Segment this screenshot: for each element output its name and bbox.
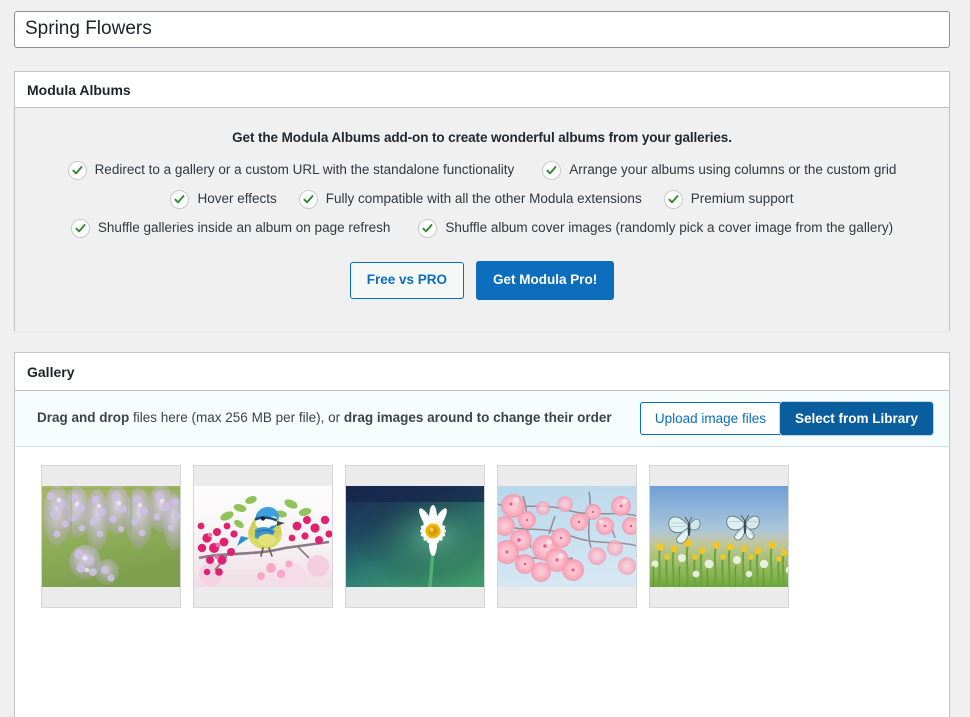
gallery-thumbnail-grid xyxy=(15,447,949,608)
gallery-panel-header: Gallery xyxy=(15,353,949,391)
feature-label: Premium support xyxy=(690,191,794,207)
gallery-thumbnail-item[interactable] xyxy=(193,465,333,608)
feature-row-2: Hover effects Fully compatible with all … xyxy=(29,190,935,209)
feature-label: Hover effects xyxy=(197,191,277,207)
gallery-dropzone[interactable]: Drag and drop files here (max 256 MB per… xyxy=(15,391,949,447)
gallery-thumbnail-item[interactable] xyxy=(41,465,181,608)
feature-item: Premium support xyxy=(663,190,794,209)
thumbnail-image-butterflies xyxy=(650,486,788,587)
dropzone-text-regular-1: files here (max 256 MB per file), or xyxy=(129,410,344,426)
feature-label: Shuffle album cover images (randomly pic… xyxy=(445,220,894,236)
feature-label: Arrange your albums using columns or the… xyxy=(569,162,897,178)
feature-item: Hover effects xyxy=(170,190,277,209)
free-vs-pro-button[interactable]: Free vs PRO xyxy=(349,262,465,299)
thumbnail-image-wisteria xyxy=(42,486,180,587)
dropzone-text-bold-1: Drag and drop xyxy=(37,410,130,426)
dropzone-text-bold-2: drag images around to change their order xyxy=(343,410,612,426)
dropzone-instructions: Drag and drop files here (max 256 MB per… xyxy=(37,410,612,426)
modula-albums-body: Get the Modula Albums add-on to create w… xyxy=(15,108,949,331)
modula-albums-header: Modula Albums xyxy=(15,72,949,108)
check-circle-icon xyxy=(418,219,438,238)
feature-label: Shuffle galleries inside an album on pag… xyxy=(97,220,391,236)
gallery-title-input[interactable] xyxy=(14,11,950,48)
gallery-thumbnail-item[interactable] xyxy=(345,465,485,608)
check-circle-icon xyxy=(67,161,87,180)
gallery-panel-title: Gallery xyxy=(27,363,75,380)
check-circle-icon xyxy=(542,161,562,180)
gallery-title-wrapper xyxy=(14,11,950,48)
check-circle-icon xyxy=(298,190,318,209)
plugin-gallery-edit-screen: Modula Albums Get the Modula Albums add-… xyxy=(0,0,970,717)
feature-item: Arrange your albums using columns or the… xyxy=(542,161,896,180)
feature-label: Redirect to a gallery or a custom URL wi… xyxy=(94,162,515,178)
gallery-thumbnail-item[interactable] xyxy=(649,465,789,608)
modula-albums-panel: Modula Albums Get the Modula Albums add-… xyxy=(14,71,950,331)
feature-item: Redirect to a gallery or a custom URL wi… xyxy=(67,161,515,180)
feature-item: Shuffle galleries inside an album on pag… xyxy=(70,219,391,238)
dropzone-buttons: Upload image files Select from Library xyxy=(639,402,933,435)
modula-albums-title: Modula Albums xyxy=(27,81,131,98)
feature-row-1: Redirect to a gallery or a custom URL wi… xyxy=(29,161,935,180)
get-modula-pro-button[interactable]: Get Modula Pro! xyxy=(476,261,615,300)
select-from-library-button[interactable]: Select from Library xyxy=(779,402,933,435)
modula-albums-heading: Get the Modula Albums add-on to create w… xyxy=(232,130,732,145)
gallery-panel: Gallery Drag and drop files here (max 25… xyxy=(14,352,950,717)
check-circle-icon xyxy=(663,190,683,209)
thumbnail-image-cherry-blossom xyxy=(498,486,636,587)
thumbnail-image-blue-tit xyxy=(194,486,332,587)
modula-albums-cta-buttons: Free vs PRO Get Modula Pro! xyxy=(29,261,935,300)
check-circle-icon xyxy=(170,190,190,209)
thumbnail-image-daisy xyxy=(346,486,484,587)
feature-item: Fully compatible with all the other Modu… xyxy=(298,190,642,209)
check-circle-icon xyxy=(70,219,90,238)
upload-image-files-button[interactable]: Upload image files xyxy=(639,402,780,435)
feature-label: Fully compatible with all the other Modu… xyxy=(325,191,642,207)
feature-row-3: Shuffle galleries inside an album on pag… xyxy=(29,219,935,238)
gallery-thumbnail-item[interactable] xyxy=(497,465,637,608)
feature-item: Shuffle album cover images (randomly pic… xyxy=(418,219,893,238)
